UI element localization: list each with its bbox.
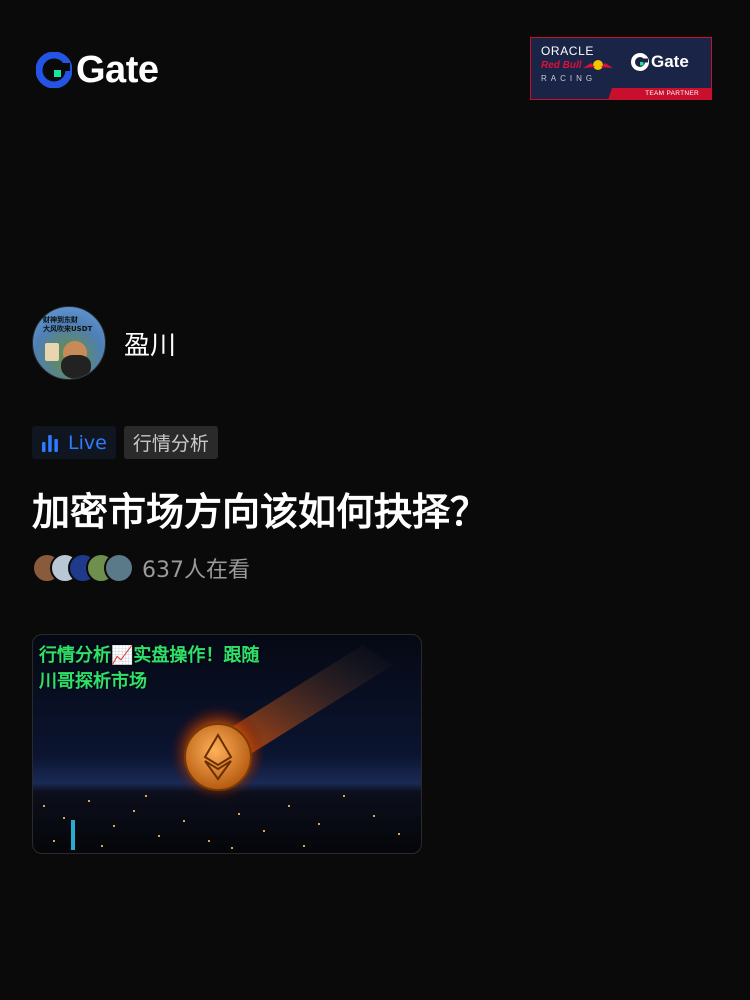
- thumbnail-caption-line: 行情分析📈实盘操作！跟随: [39, 645, 260, 666]
- viewer-avatars: [32, 553, 134, 583]
- racing-text: RACING: [541, 74, 597, 83]
- host-name[interactable]: 盈川: [124, 325, 176, 362]
- gate-logo[interactable]: Gate: [36, 49, 159, 91]
- bar-chart-icon: [42, 434, 58, 452]
- red-bull-icon: [583, 60, 613, 70]
- thumbnail-caption: 行情分析📈实盘操作！跟随 川哥探析市场: [39, 643, 289, 695]
- oracle-text: ORACLE: [541, 44, 594, 58]
- viewer-avatar: [104, 553, 134, 583]
- live-stream-page: Gate ORACLE Red Bull RACING Gate TEAM PA…: [0, 0, 750, 1000]
- avatar-caption: 财神到东财 大风吹来USDT: [43, 316, 99, 334]
- partner-gate-logo: Gate: [631, 52, 689, 72]
- logo-text: Gate: [76, 49, 159, 91]
- city-lights: [43, 795, 400, 849]
- avatar-beard-shape: [61, 355, 91, 379]
- viewers-row: 637人在看: [32, 552, 250, 584]
- avatar-cup-shape: [45, 343, 59, 361]
- avatar-caption-line: 财神到东财: [43, 316, 78, 324]
- redbull-text: Red Bull: [541, 60, 582, 71]
- stream-title: 加密市场方向该如何抉择？: [32, 490, 489, 534]
- avatar[interactable]: 财神到东财 大风吹来USDT: [32, 306, 106, 380]
- tower-light: [71, 820, 75, 850]
- category-tag[interactable]: 行情分析: [123, 426, 218, 459]
- team-partner-badge: ORACLE Red Bull RACING Gate TEAM PARTNER: [530, 37, 712, 100]
- partner-gate-text: Gate: [651, 52, 689, 71]
- stream-tags: Live 行情分析: [32, 426, 218, 459]
- host-info[interactable]: 财神到东财 大风吹来USDT 盈川: [32, 306, 176, 380]
- thumbnail-caption-line: 川哥探析市场: [39, 671, 147, 692]
- stream-thumbnail[interactable]: 行情分析📈实盘操作！跟随 川哥探析市场: [32, 634, 422, 854]
- live-label: Live: [68, 431, 107, 454]
- gate-logo-icon: [631, 53, 649, 71]
- gate-logo-icon: [36, 52, 72, 88]
- avatar-caption-line: 大风吹来USDT: [43, 325, 93, 333]
- oracle-redbull-racing-logo: ORACLE Red Bull RACING: [539, 43, 619, 87]
- team-partner-strip: TEAM PARTNER: [608, 88, 711, 99]
- live-tag: Live: [32, 426, 116, 459]
- viewer-count: 637人在看: [142, 558, 250, 583]
